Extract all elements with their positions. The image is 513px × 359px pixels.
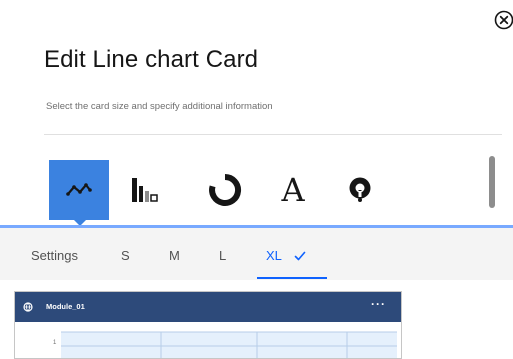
size-tabs: Settings S M L XL bbox=[0, 228, 513, 280]
tab-settings[interactable]: Settings bbox=[31, 248, 78, 263]
close-button[interactable] bbox=[493, 9, 513, 31]
tab-size-l[interactable]: L bbox=[219, 248, 226, 263]
edit-card-dialog: Edit Line chart Card Select the card siz… bbox=[0, 0, 513, 359]
card-type-donut-chart[interactable] bbox=[195, 160, 255, 220]
module-name: Module_01 bbox=[46, 302, 85, 311]
line-chart-icon bbox=[66, 183, 92, 196]
globe-icon bbox=[23, 302, 33, 312]
dialog-title: Edit Line chart Card bbox=[44, 46, 259, 73]
card-type-gauge[interactable] bbox=[330, 160, 390, 220]
preview-plot: 1 bbox=[53, 331, 397, 358]
bar-chart-icon bbox=[132, 178, 158, 202]
tab-size-m[interactable]: M bbox=[169, 248, 180, 263]
dialog-subtitle: Select the card size and specify additio… bbox=[46, 101, 273, 112]
active-tab-indicator bbox=[257, 277, 327, 279]
text-icon: A bbox=[281, 171, 305, 209]
tab-size-xl[interactable]: XL bbox=[266, 248, 282, 263]
gauge-icon bbox=[349, 177, 371, 202]
y-tick-label: 1 bbox=[53, 340, 57, 346]
tab-size-s[interactable]: S bbox=[121, 248, 130, 263]
overflow-menu-button[interactable]: ··· bbox=[371, 297, 386, 311]
type-scrollbar[interactable] bbox=[489, 156, 495, 208]
card-type-text[interactable]: A bbox=[263, 160, 323, 220]
card-preview: Module_01 ··· 1 bbox=[14, 291, 402, 359]
checkmark-icon bbox=[294, 251, 306, 261]
card-type-line-chart[interactable] bbox=[49, 160, 109, 226]
donut-chart-icon bbox=[209, 173, 242, 206]
preview-header: Module_01 ··· bbox=[15, 292, 401, 322]
divider bbox=[44, 134, 502, 135]
card-type-bar-chart[interactable] bbox=[115, 160, 175, 220]
close-circle-icon bbox=[494, 10, 513, 30]
